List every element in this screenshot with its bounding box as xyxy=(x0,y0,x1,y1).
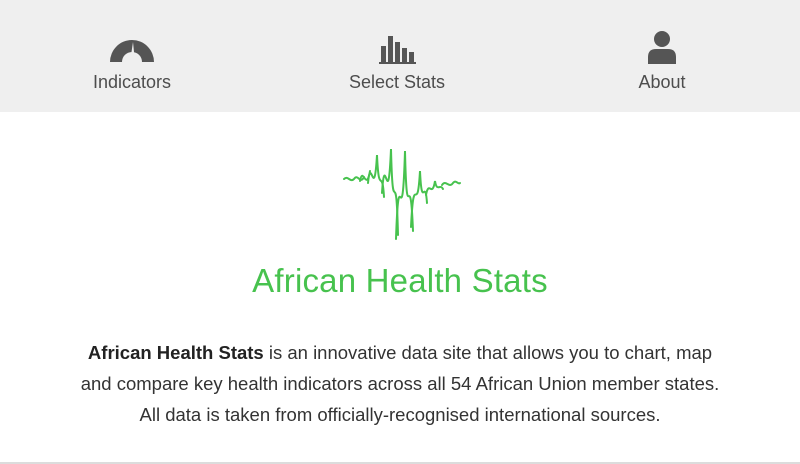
intro-paragraph: African Health Stats is an innovative da… xyxy=(20,337,780,430)
intro-line-2: and compare key health indicators across… xyxy=(80,373,720,394)
top-navigation: Indicators Select Stats About xyxy=(0,0,800,112)
user-icon xyxy=(648,31,676,64)
intro-brand-name: African Health Stats xyxy=(87,342,264,363)
bar-chart-icon xyxy=(379,36,416,64)
nav-label-indicators: Indicators xyxy=(92,72,172,92)
nav-item-about[interactable]: About xyxy=(562,0,762,112)
nav-label-select-stats: Select Stats xyxy=(348,72,446,92)
africa-soundwave-logo xyxy=(343,148,461,240)
intro-line-3: All data is taken from officially-recogn… xyxy=(139,404,661,425)
nav-label-about: About xyxy=(638,72,686,92)
site-title: African Health Stats xyxy=(252,262,548,299)
nav-item-select-stats[interactable]: Select Stats xyxy=(297,0,497,112)
gauge-icon xyxy=(110,40,154,62)
intro-line-1: is an innovative data site that allows y… xyxy=(263,342,713,363)
nav-item-indicators[interactable]: Indicators xyxy=(32,0,232,112)
